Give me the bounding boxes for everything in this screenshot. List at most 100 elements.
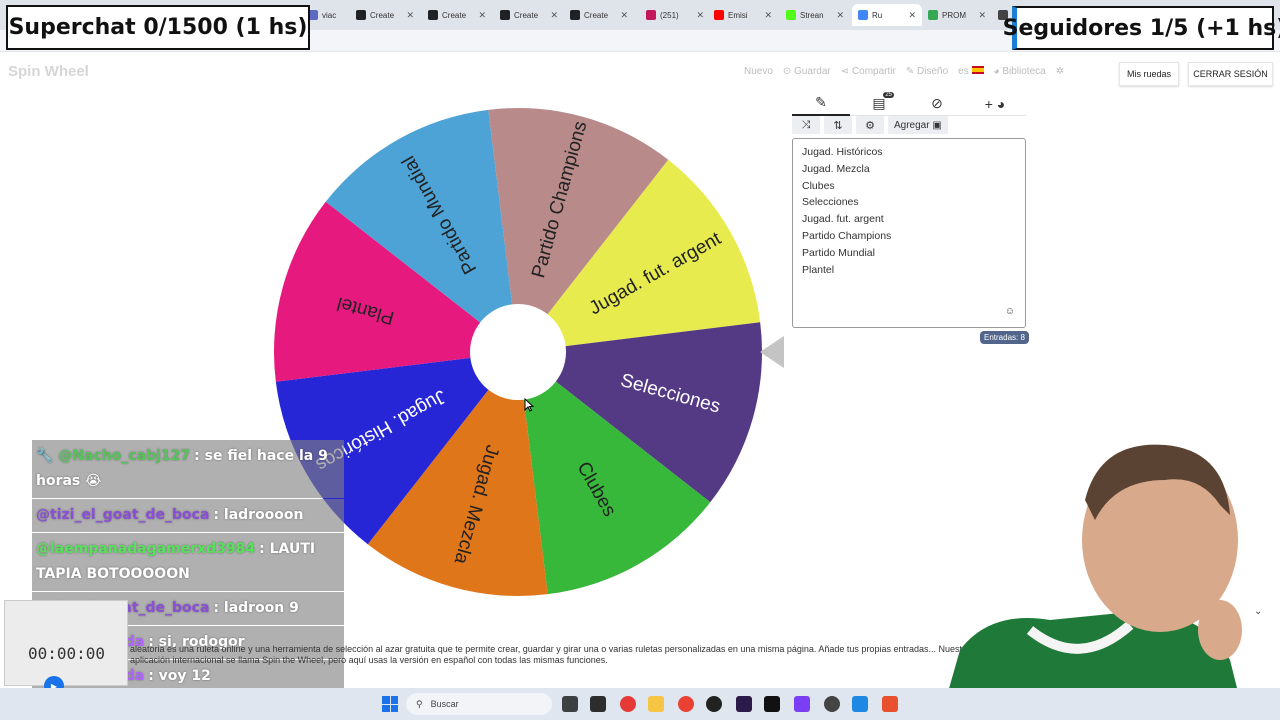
settings-icon[interactable]: ✲ (1056, 66, 1064, 77)
app-icon-recorder[interactable] (620, 696, 636, 712)
browser-tab[interactable]: Create ✕ (564, 4, 634, 26)
entry-line[interactable]: Partido Champions (802, 228, 1016, 245)
task-view-icon[interactable] (562, 696, 578, 712)
edit-tab[interactable]: ✎ (792, 92, 850, 116)
after-effects-icon[interactable] (736, 696, 752, 712)
app-icon-blue[interactable] (852, 696, 868, 712)
chrome-icon[interactable] (678, 696, 694, 712)
chat-text: : voy 12 (148, 668, 211, 684)
tab-favicon-icon (858, 10, 868, 20)
tab-label: Create (370, 10, 395, 20)
browser-tab[interactable]: PROM ✕ (922, 4, 992, 26)
plus-icon: + ◕ (984, 95, 1006, 112)
tab-close-icon[interactable]: ✕ (696, 10, 704, 21)
chat-message: @tizi_el_goat_de_boca: ladroooon (32, 499, 344, 532)
nuevo-button[interactable]: Nuevo (744, 66, 773, 77)
shuffle-icon: ⤨ (801, 118, 811, 131)
tab-favicon-icon (928, 10, 938, 20)
globe-icon: ◕ (993, 66, 1003, 77)
eye-off-icon: ⊘ (931, 95, 943, 111)
language-selector[interactable]: es (958, 66, 984, 77)
browser-tab[interactable]: (251) ✕ (640, 4, 710, 26)
entry-line[interactable]: Clubes (802, 178, 1016, 195)
followers-counter: Seguidores 1/5 (+1 hs) (1003, 6, 1280, 50)
entries-textarea[interactable]: Jugad. Históricos Jugad. Mezcla Clubes Sele… (792, 138, 1026, 328)
entries-count-badge: Entradas: 8 (980, 331, 1029, 344)
clock-icon[interactable] (824, 696, 840, 712)
sort-button[interactable]: ⇅ (824, 116, 852, 134)
share-icon: ⋖ (840, 66, 852, 77)
tab-close-icon[interactable]: ✕ (550, 10, 558, 21)
entry-line[interactable]: Jugad. fut. argent (802, 211, 1016, 228)
obs-icon[interactable] (706, 696, 722, 712)
entry-line[interactable]: Partido Mundial (802, 245, 1016, 262)
diseno-button[interactable]: ✎ Diseño (906, 66, 948, 77)
browser-tab[interactable]: Emisi ✕ (708, 4, 778, 26)
gear-icon: ⚙ (865, 119, 875, 132)
tab-close-icon[interactable]: ✕ (620, 10, 628, 21)
tab-label: Emisi (728, 10, 748, 20)
app-logo[interactable]: Spin Wheel (8, 63, 89, 80)
tab-favicon-icon (646, 10, 656, 20)
shuffle-button[interactable]: ⤨ (792, 116, 820, 134)
page-description: aleatoria es una ruleta online y una her… (130, 644, 970, 665)
entry-line[interactable]: Selecciones (802, 194, 1016, 211)
chat-message: @laempanadagamerxd3984: LAUTI TAPIA BOTO… (32, 533, 344, 591)
results-tab[interactable]: ▤ 25 (850, 91, 908, 116)
windows-start-icon[interactable] (382, 696, 398, 712)
tab-close-icon[interactable]: ✕ (978, 10, 986, 21)
file-explorer-icon[interactable] (648, 696, 664, 712)
tab-close-icon[interactable]: ✕ (406, 10, 414, 21)
browser-tab[interactable]: Ru ✕ (852, 4, 922, 26)
emoji-icon[interactable]: ☺ (1005, 306, 1015, 317)
browser-tab[interactable]: Create ✕ (422, 4, 492, 26)
moderator-badge-icon: 🔧 (36, 448, 59, 464)
tab-close-icon[interactable]: ✕ (478, 10, 486, 21)
image-icon: ▣ (932, 119, 942, 131)
tab-favicon-icon (786, 10, 796, 20)
entry-line[interactable]: Jugad. Históricos (802, 144, 1016, 161)
hide-tab[interactable]: ⊘ (908, 92, 966, 116)
app-icon-orange[interactable] (882, 696, 898, 712)
tab-label: Create (514, 10, 539, 20)
top-nav: Nuevo ⊙ Guardar ⋖ Compartir ✎ Diseño es … (744, 66, 1064, 77)
tab-label: (251) (660, 10, 679, 20)
webcam-feed (940, 444, 1245, 720)
tab-close-icon[interactable]: ✕ (764, 10, 772, 21)
wheel-center-hub[interactable] (470, 304, 566, 400)
compartir-button[interactable]: ⋖ Compartir (841, 66, 896, 77)
browser-tab[interactable]: Create ✕ (494, 4, 564, 26)
kick-studio-icon[interactable] (764, 696, 780, 712)
search-icon: ⚲ (416, 698, 423, 709)
biblioteca-button[interactable]: ◕ Biblioteca (994, 66, 1046, 77)
add-wheel-tab[interactable]: + ◕ (966, 92, 1024, 116)
entry-line[interactable]: Jugad. Mezcla (802, 161, 1016, 178)
spain-flag-icon (971, 66, 984, 74)
guardar-button[interactable]: ⊙ Guardar (783, 66, 831, 77)
clipboard-icon: ▤ (872, 95, 886, 111)
advanced-button[interactable]: ⚙ (856, 116, 884, 134)
tab-label: Create (584, 10, 609, 20)
chat-username: @laempanadagamerxd3984 (36, 541, 256, 557)
pen-icon: ✎ (905, 66, 918, 77)
app-icon-purple[interactable] (794, 696, 810, 712)
mis-ruedas-button[interactable]: Mis ruedas (1119, 62, 1179, 86)
tab-label: Create (442, 10, 467, 20)
app-icon-capcut[interactable] (590, 696, 606, 712)
tab-close-icon[interactable]: ✕ (836, 10, 844, 21)
sort-icon: ⇅ (833, 119, 843, 132)
chat-text: : ladroon 9 (213, 600, 299, 616)
save-icon: ⊙ (782, 66, 795, 77)
browser-tab[interactable]: Strean ✕ (780, 4, 850, 26)
cerrar-sesion-button[interactable]: CERRAR SESIÓN (1188, 62, 1273, 86)
tab-favicon-icon (570, 10, 580, 20)
taskbar-search[interactable]: ⚲ Buscar (406, 693, 552, 715)
chat-username: @Nacho_cabj127 (58, 448, 191, 464)
chat-text: : ladroooon (213, 507, 304, 523)
windows-taskbar (0, 688, 1280, 720)
tab-close-icon[interactable]: ✕ (908, 10, 916, 21)
entry-line[interactable]: Plantel (802, 262, 1016, 279)
spin-wheel[interactable]: Jugad. fut. argentSeleccionesClubesJugad… (270, 104, 766, 600)
agregar-button[interactable]: Agregar ▣ (888, 116, 948, 134)
browser-tab[interactable]: Create ✕ (350, 4, 420, 26)
